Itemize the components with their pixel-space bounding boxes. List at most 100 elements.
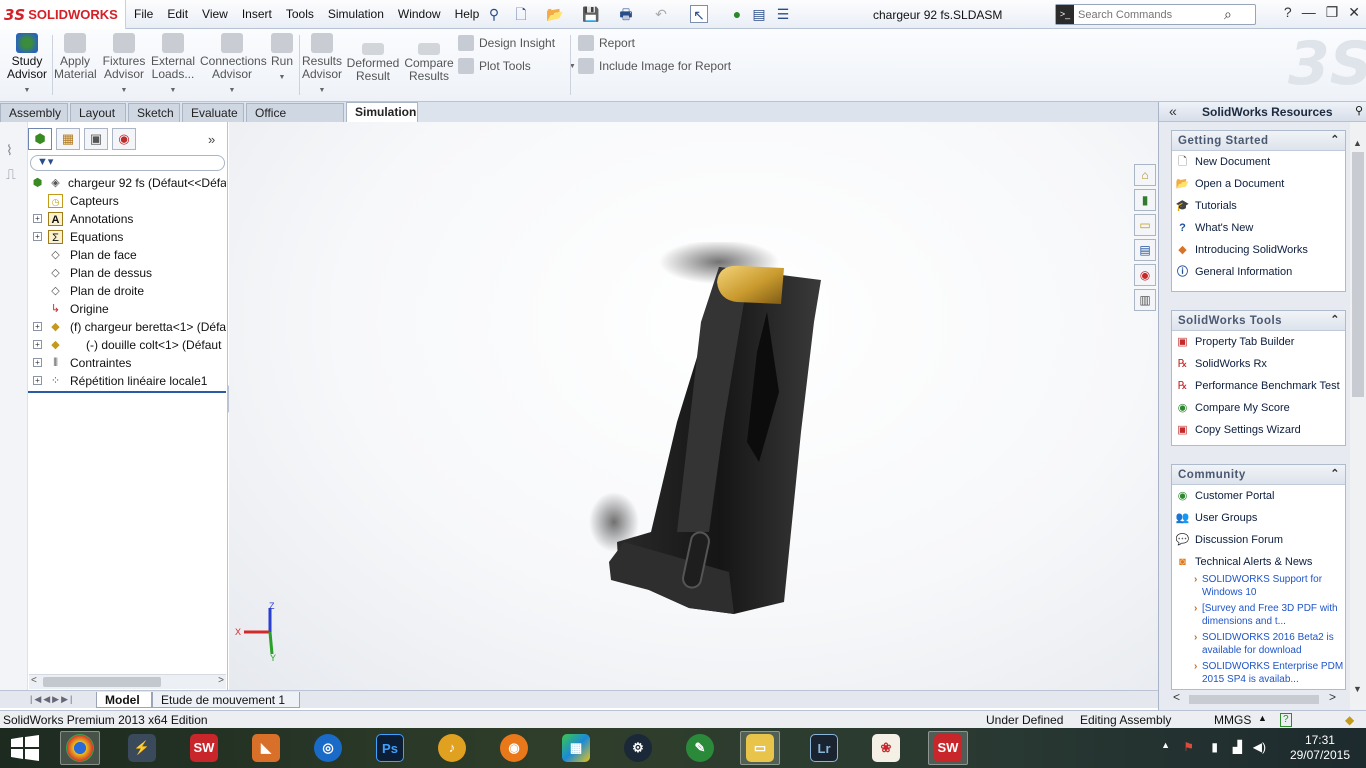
configuration-manager-tab-icon[interactable]: ▣ — [84, 128, 108, 150]
zoom-to-fit-icon[interactable]: ⌕ — [569, 122, 589, 125]
group-header[interactable]: Community ⌃ — [1172, 465, 1345, 485]
tree-item-chargeur-beretta[interactable]: + ◆ (f) chargeur beretta<1> (Défa — [30, 318, 226, 336]
volume-icon[interactable]: ◀) — [1253, 740, 1266, 754]
collapse-icon[interactable]: ⌃ — [1330, 313, 1340, 326]
file-properties-icon[interactable]: ▤ — [750, 5, 768, 23]
link-open-document[interactable]: 📂 Open a Document — [1172, 173, 1345, 195]
collapse-icon[interactable]: ⌃ — [1330, 467, 1340, 480]
magnifier-icon[interactable]: ⌕ — [1224, 6, 1232, 23]
expand-panel-icon[interactable]: » — [208, 132, 215, 147]
display-style-icon[interactable]: ◩ — [689, 122, 709, 125]
group-header[interactable]: SolidWorks Tools ⌃ — [1172, 311, 1345, 331]
tab-office-products[interactable]: Office Products — [246, 103, 344, 134]
chevron-down-icon[interactable]: ▼ — [6, 84, 48, 97]
new-document-icon[interactable]: 🗋 — [512, 5, 530, 23]
print-icon[interactable]: 🖶 — [617, 5, 635, 23]
task-pane-vertical-scrollbar[interactable]: ▲ ▼ — [1350, 122, 1366, 710]
tab-evaluate[interactable]: Evaluate — [182, 103, 244, 122]
magazine-3d-model[interactable] — [569, 242, 849, 642]
zoom-to-area-icon[interactable]: ⌕ — [593, 122, 613, 125]
design-insight-button[interactable]: Design Insight — [458, 35, 555, 51]
scroll-left-icon[interactable]: < — [31, 675, 37, 686]
pin-icon[interactable]: ⚲ — [1355, 104, 1363, 117]
tree-item-douille-colt[interactable]: + ◆ (-) douille colt<1> (Défaut — [30, 336, 226, 354]
tree-horizontal-scrollbar[interactable]: < > — [29, 674, 226, 689]
collapse-icon[interactable]: ⌃ — [1330, 133, 1340, 146]
group-header[interactable]: Getting Started ⌃ — [1172, 131, 1345, 151]
tree-item-origine[interactable]: ↳ Origine — [30, 300, 226, 318]
show-hidden-icons-icon[interactable]: ▲ — [1161, 740, 1170, 750]
connections-advisor-button[interactable]: Connections Advisor ▼ — [200, 33, 267, 97]
link-general-information[interactable]: ⓘ General Information — [1172, 261, 1345, 283]
undo-icon[interactable]: ↶ — [652, 5, 670, 23]
scroll-thumb[interactable] — [43, 677, 161, 687]
link-solidworks-rx[interactable]: ℞ SolidWorks Rx — [1172, 353, 1345, 375]
tab-sketch[interactable]: Sketch — [128, 103, 180, 122]
section-view-icon[interactable]: ◧ — [641, 122, 661, 125]
help-icon[interactable]: ? — [1284, 4, 1292, 21]
link-introducing-solidworks[interactable]: ◆ Introducing SolidWorks — [1172, 239, 1345, 261]
back-icon[interactable]: « — [1169, 103, 1177, 119]
units-up-icon[interactable]: ▲ — [1258, 713, 1267, 723]
taskbar-composer[interactable]: ⚡ — [122, 731, 162, 765]
menu-window[interactable]: Window — [398, 7, 441, 21]
minimize-icon[interactable]: — — [1302, 4, 1316, 21]
link-user-groups[interactable]: 👥 User Groups — [1172, 507, 1345, 529]
external-loads-button[interactable]: External Loads... ▼ — [150, 33, 196, 97]
taskbar-app[interactable]: ▦ — [556, 731, 596, 765]
include-image-button[interactable]: Include Image for Report — [578, 58, 731, 74]
taskbar-app[interactable]: ✎ — [680, 731, 720, 765]
news-item[interactable]: SOLIDWORKS 2016 Beta2 is available for d… — [1172, 631, 1345, 660]
link-whats-new[interactable]: ? What's New — [1172, 217, 1345, 239]
expand-icon[interactable]: + — [33, 340, 42, 349]
pin-icon[interactable]: ⚲ — [485, 5, 503, 23]
plot-tools-button[interactable]: Plot Tools ▼ — [458, 58, 576, 74]
property-manager-tab-icon[interactable]: ▦ — [56, 128, 80, 150]
menu-view[interactable]: View — [202, 7, 228, 21]
tree-root[interactable]: ⬢ ◈ chargeur 92 fs (Défaut<<Défa — [30, 174, 226, 192]
menu-file[interactable]: File — [134, 7, 153, 21]
tab-model[interactable]: Model — [96, 692, 152, 708]
units-selector[interactable]: MMGS — [1214, 713, 1251, 727]
apply-material-button[interactable]: Apply Material — [54, 33, 97, 81]
tree-item-plan-face[interactable]: ◇ Plan de face — [30, 246, 226, 264]
taskbar-app[interactable]: ◣ — [246, 731, 286, 765]
appearance-icon[interactable]: ● — [737, 122, 757, 125]
report-button[interactable]: Report — [578, 35, 635, 51]
scroll-thumb[interactable] — [1189, 695, 1319, 704]
menu-tools[interactable]: Tools — [286, 7, 314, 21]
link-new-document[interactable]: 🗋 New Document — [1172, 151, 1345, 173]
taskbar-file-explorer[interactable]: ▭ — [740, 731, 780, 765]
link-technical-alerts[interactable]: ◙ Technical Alerts & News — [1172, 551, 1345, 573]
tree-item-repetition[interactable]: + ⁘ Répétition linéaire locale1 — [30, 372, 226, 390]
save-icon[interactable]: 💾 — [582, 5, 600, 23]
tree-item-capteurs[interactable]: ◷ Capteurs — [30, 192, 226, 210]
taskbar-popcorn[interactable]: ❀ — [866, 731, 906, 765]
fixtures-advisor-button[interactable]: Fixtures Advisor ▼ — [100, 33, 148, 97]
tab-motion-study[interactable]: Etude de mouvement 1 — [152, 692, 300, 708]
design-library-icon[interactable]: ▮ — [1134, 189, 1156, 211]
close-icon[interactable]: ✕ — [1348, 4, 1360, 21]
link-customer-portal[interactable]: ◉ Customer Portal — [1172, 485, 1345, 507]
chevron-down-icon[interactable]: ▼ — [150, 84, 196, 97]
chevron-down-icon[interactable]: ▼ — [100, 84, 148, 97]
tree-item-annotations[interactable]: + A Annotations — [30, 210, 226, 228]
tab-simulation[interactable]: Simulation — [346, 102, 418, 123]
link-benchmark-test[interactable]: ℞ Performance Benchmark Test — [1172, 375, 1345, 397]
options-icon[interactable]: ☰ — [774, 5, 792, 23]
quick-tips-icon[interactable]: ? — [1280, 713, 1292, 727]
tree-item-contraintes[interactable]: + ⫴ Contraintes — [30, 354, 226, 372]
task-pane-horizontal-scrollbar[interactable]: < > — [1171, 690, 1341, 706]
chevron-down-icon[interactable]: ▼ — [268, 71, 296, 84]
tree-item-plan-dessus[interactable]: ◇ Plan de dessus — [30, 264, 226, 282]
link-property-tab-builder[interactable]: ▣ Property Tab Builder — [1172, 331, 1345, 353]
signal-icon[interactable]: ▟ — [1233, 740, 1242, 754]
taskbar-blender[interactable]: ◉ — [494, 731, 534, 765]
rebuild-icon[interactable]: ◆ — [1345, 713, 1354, 727]
taskbar-chrome[interactable] — [60, 731, 100, 765]
scroll-right-icon[interactable]: > — [1329, 690, 1336, 704]
scroll-down-icon[interactable]: ▼ — [1353, 684, 1362, 694]
taskbar-lightroom[interactable]: Lr — [804, 731, 844, 765]
menu-help[interactable]: Help — [455, 7, 480, 21]
compare-results-button[interactable]: Compare Results — [404, 43, 454, 83]
